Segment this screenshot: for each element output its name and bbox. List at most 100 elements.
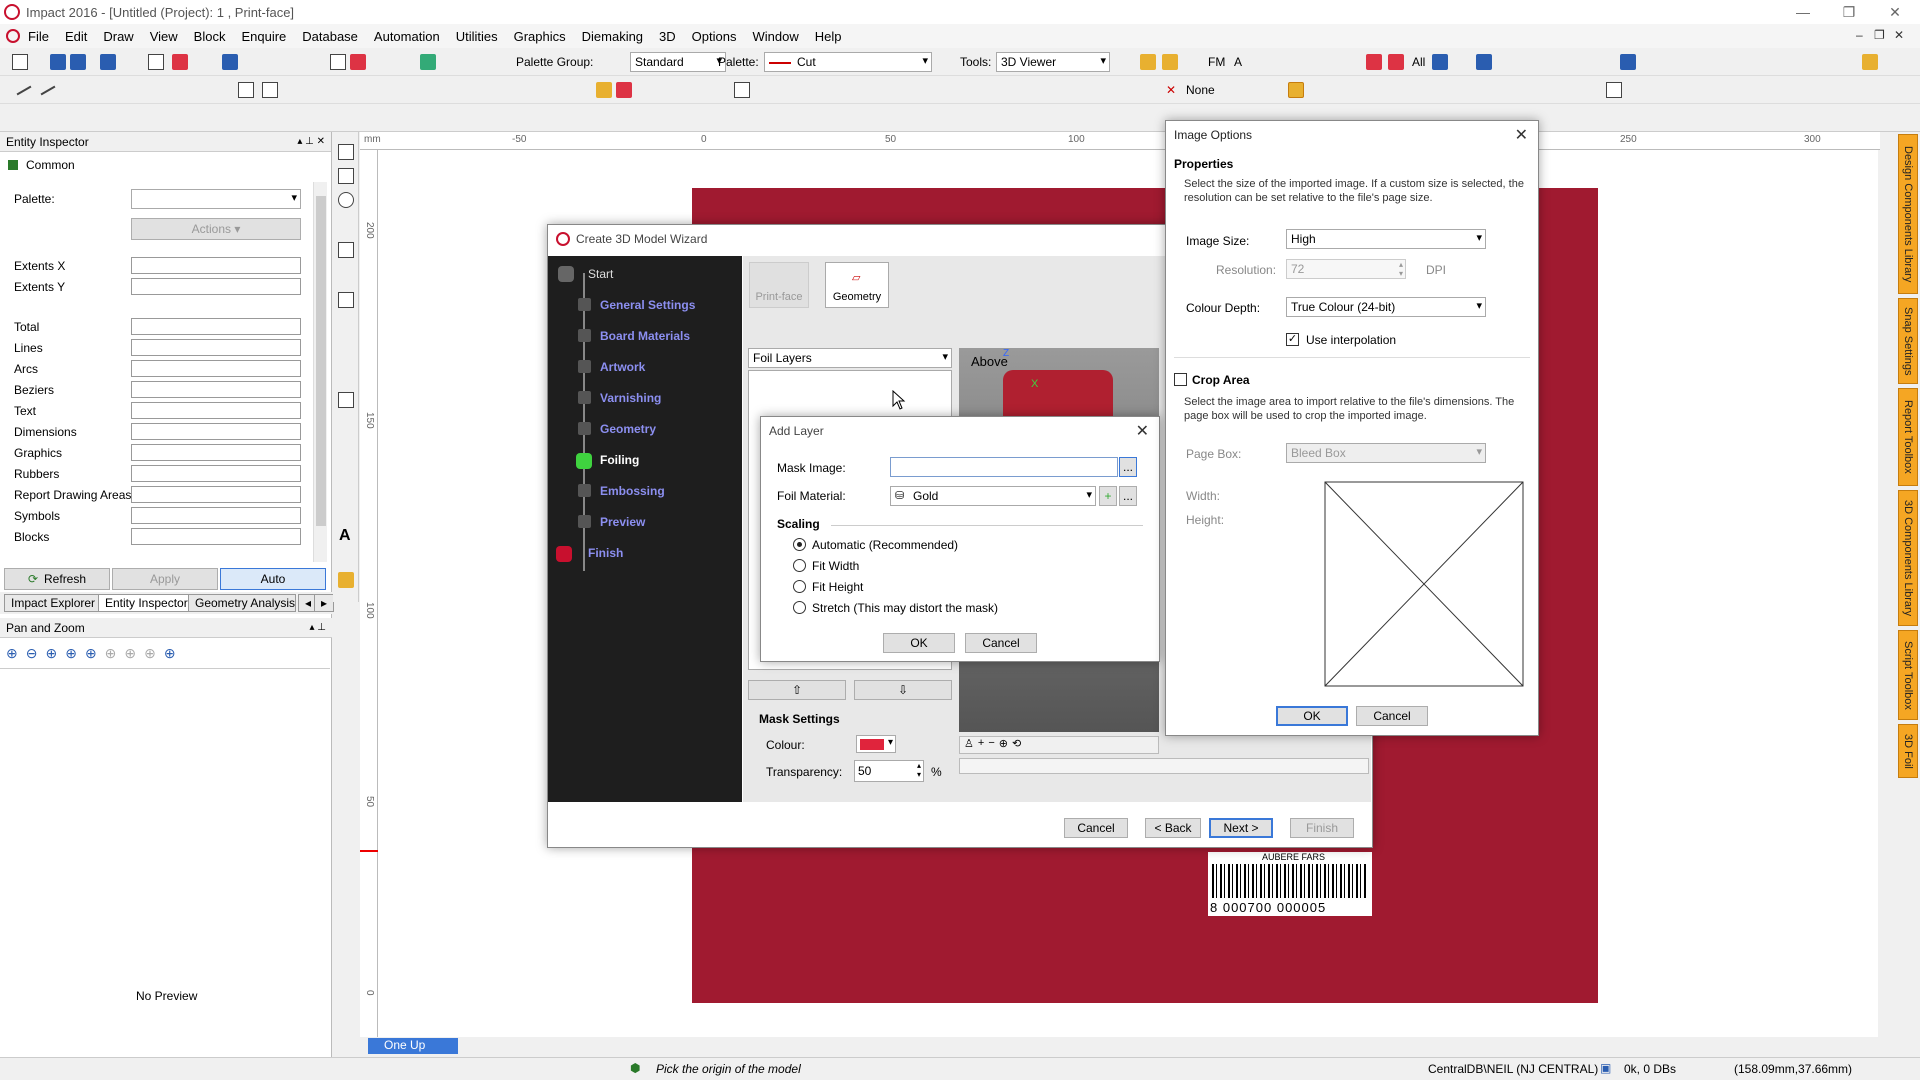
save-icon[interactable] [70, 54, 86, 70]
pan-zoom-controls-icon[interactable]: ▴ ⊥ [309, 622, 326, 633]
mdi-close-button[interactable]: ✕ [1894, 28, 1904, 42]
menu-graphics[interactable]: Graphics [514, 29, 576, 44]
actions-button[interactable]: Actions ▾ [131, 218, 301, 240]
grid-snap-icon[interactable] [1606, 82, 1622, 98]
new-icon[interactable] [12, 54, 28, 70]
v-rect-icon[interactable] [338, 168, 354, 184]
step-general-settings[interactable]: General Settings [600, 298, 695, 312]
refresh-button[interactable]: ⟳ Refresh [4, 568, 110, 590]
add-material-button[interactable]: + [1099, 486, 1117, 506]
step-artwork[interactable]: Artwork [600, 360, 645, 374]
v-offset-icon[interactable] [338, 242, 354, 258]
component2-icon[interactable] [616, 82, 632, 98]
mask-image-browse-button[interactable]: ... [1119, 457, 1137, 477]
zoom-next-icon[interactable]: ⊕ [124, 645, 136, 662]
image-options-cancel-button[interactable]: Cancel [1356, 706, 1428, 726]
wizard-finish-button[interactable]: Finish [1290, 818, 1354, 838]
image-size-select[interactable]: High [1286, 229, 1486, 249]
geometry-view-button[interactable]: ▱ Geometry [825, 262, 889, 308]
3d-cube-icon[interactable] [420, 54, 436, 70]
menu-database[interactable]: Database [302, 29, 368, 44]
wizard-back-button[interactable]: < Back [1145, 818, 1201, 838]
vp-zoom-icon[interactable]: ⊕ [999, 737, 1008, 753]
measure-icon[interactable] [1862, 54, 1878, 70]
snap-none-label[interactable]: None [1186, 83, 1215, 97]
vp-zoom-in-icon[interactable]: + [978, 737, 984, 753]
pen-icon[interactable] [1140, 54, 1156, 70]
move-down-button[interactable]: ⇩ [854, 680, 952, 700]
a-button[interactable]: A [1234, 55, 1242, 69]
v-fillet-icon[interactable] [338, 392, 354, 408]
fm-button[interactable]: FM [1208, 55, 1225, 69]
step-board-materials[interactable]: Board Materials [600, 329, 690, 343]
line-tool-icon[interactable] [36, 78, 56, 96]
wizard-cancel-button[interactable]: Cancel [1064, 818, 1128, 838]
entity-palette-select[interactable] [131, 189, 301, 209]
properties-icon[interactable] [222, 54, 238, 70]
canvas-vscroll[interactable] [1878, 150, 1894, 1037]
vp-rotate-icon[interactable]: ⟲ [1012, 737, 1021, 753]
mdi-minimize-button[interactable]: – [1856, 28, 1863, 42]
menu-block[interactable]: Block [194, 29, 236, 44]
zoom-window-icon[interactable]: ⊕ [65, 645, 77, 662]
menu-utilities[interactable]: Utilities [456, 29, 508, 44]
menu-view[interactable]: View [150, 29, 188, 44]
common-tab[interactable]: Common [8, 156, 75, 174]
add-layer-ok-button[interactable]: OK [883, 633, 955, 653]
palette-select[interactable]: Cut [764, 52, 932, 72]
image-options-ok-button[interactable]: OK [1276, 706, 1348, 726]
menu-window[interactable]: Window [752, 29, 808, 44]
illustrator-icon[interactable] [1388, 54, 1404, 70]
radio-stretch[interactable] [793, 601, 806, 614]
rectangle-tool-icon[interactable] [238, 82, 254, 98]
menu-edit[interactable]: Edit [65, 29, 97, 44]
one-up-tab[interactable]: One Up [368, 1038, 458, 1054]
snap-active-icon[interactable] [1288, 82, 1304, 98]
app-menu-icon[interactable] [6, 29, 20, 43]
zoom-extents-icon[interactable]: ⊕ [85, 645, 97, 662]
tab-scroll-right[interactable]: ▸ [314, 594, 335, 612]
layer-icon[interactable] [330, 54, 346, 70]
curve-icon[interactable] [1620, 54, 1636, 70]
page-box-select[interactable]: Bleed Box [1286, 443, 1486, 463]
step-varnishing[interactable]: Varnishing [600, 391, 661, 405]
v-select-icon[interactable] [338, 144, 354, 160]
print-icon[interactable] [148, 54, 164, 70]
frame-icon[interactable] [734, 82, 750, 98]
step-geometry[interactable]: Geometry [600, 422, 656, 436]
design-components-library-tab[interactable]: Design Components Library [1898, 134, 1918, 294]
open-icon[interactable] [50, 54, 66, 70]
radio-automatic[interactable] [793, 538, 806, 551]
zoom-in-icon[interactable]: ⊕ [6, 645, 18, 662]
transparency-input[interactable]: 50 ▴ ▾ [854, 760, 924, 782]
radio-fit-width[interactable] [793, 559, 806, 572]
tab-entity-inspector[interactable]: Entity Inspector [98, 594, 195, 612]
resolution-spinner-icon[interactable]: ▴ ▾ [1399, 260, 1403, 278]
zoom-out-icon[interactable]: ⊖ [26, 645, 38, 662]
all-button[interactable]: All [1412, 55, 1425, 69]
step-start[interactable]: Start [588, 267, 613, 281]
save-as-icon[interactable] [100, 54, 116, 70]
print-face-button[interactable]: Print-face [749, 262, 809, 308]
inspector-scrollbar[interactable] [313, 182, 327, 562]
menu-automation[interactable]: Automation [374, 29, 450, 44]
minimize-button[interactable]: — [1780, 0, 1826, 24]
colour-picker[interactable]: ▾ [856, 735, 896, 753]
step-embossing[interactable]: Embossing [600, 484, 665, 498]
image-options-close-icon[interactable]: ✕ [1515, 125, 1528, 145]
v-circle-icon[interactable] [338, 192, 354, 208]
foil-layers-dropdown[interactable]: Foil Layers [748, 348, 952, 368]
menu-help[interactable]: Help [815, 29, 852, 44]
stop-icon[interactable] [172, 54, 188, 70]
grid-icon[interactable] [1432, 54, 1448, 70]
colour-depth-select[interactable]: True Colour (24-bit) [1286, 297, 1486, 317]
crop-area-checkbox[interactable] [1174, 373, 1187, 386]
report-toolbox-tab[interactable]: Report Toolbox [1898, 388, 1918, 486]
wizard-next-button[interactable]: Next > [1209, 818, 1273, 838]
mdi-restore-button[interactable]: ❐ [1874, 28, 1885, 42]
add-layer-cancel-button[interactable]: Cancel [965, 633, 1037, 653]
menu-file[interactable]: File [28, 29, 59, 44]
menu-enquire[interactable]: Enquire [241, 29, 296, 44]
vp-zoom-out-icon[interactable]: − [988, 737, 994, 753]
v-dimension-icon[interactable] [338, 572, 354, 588]
